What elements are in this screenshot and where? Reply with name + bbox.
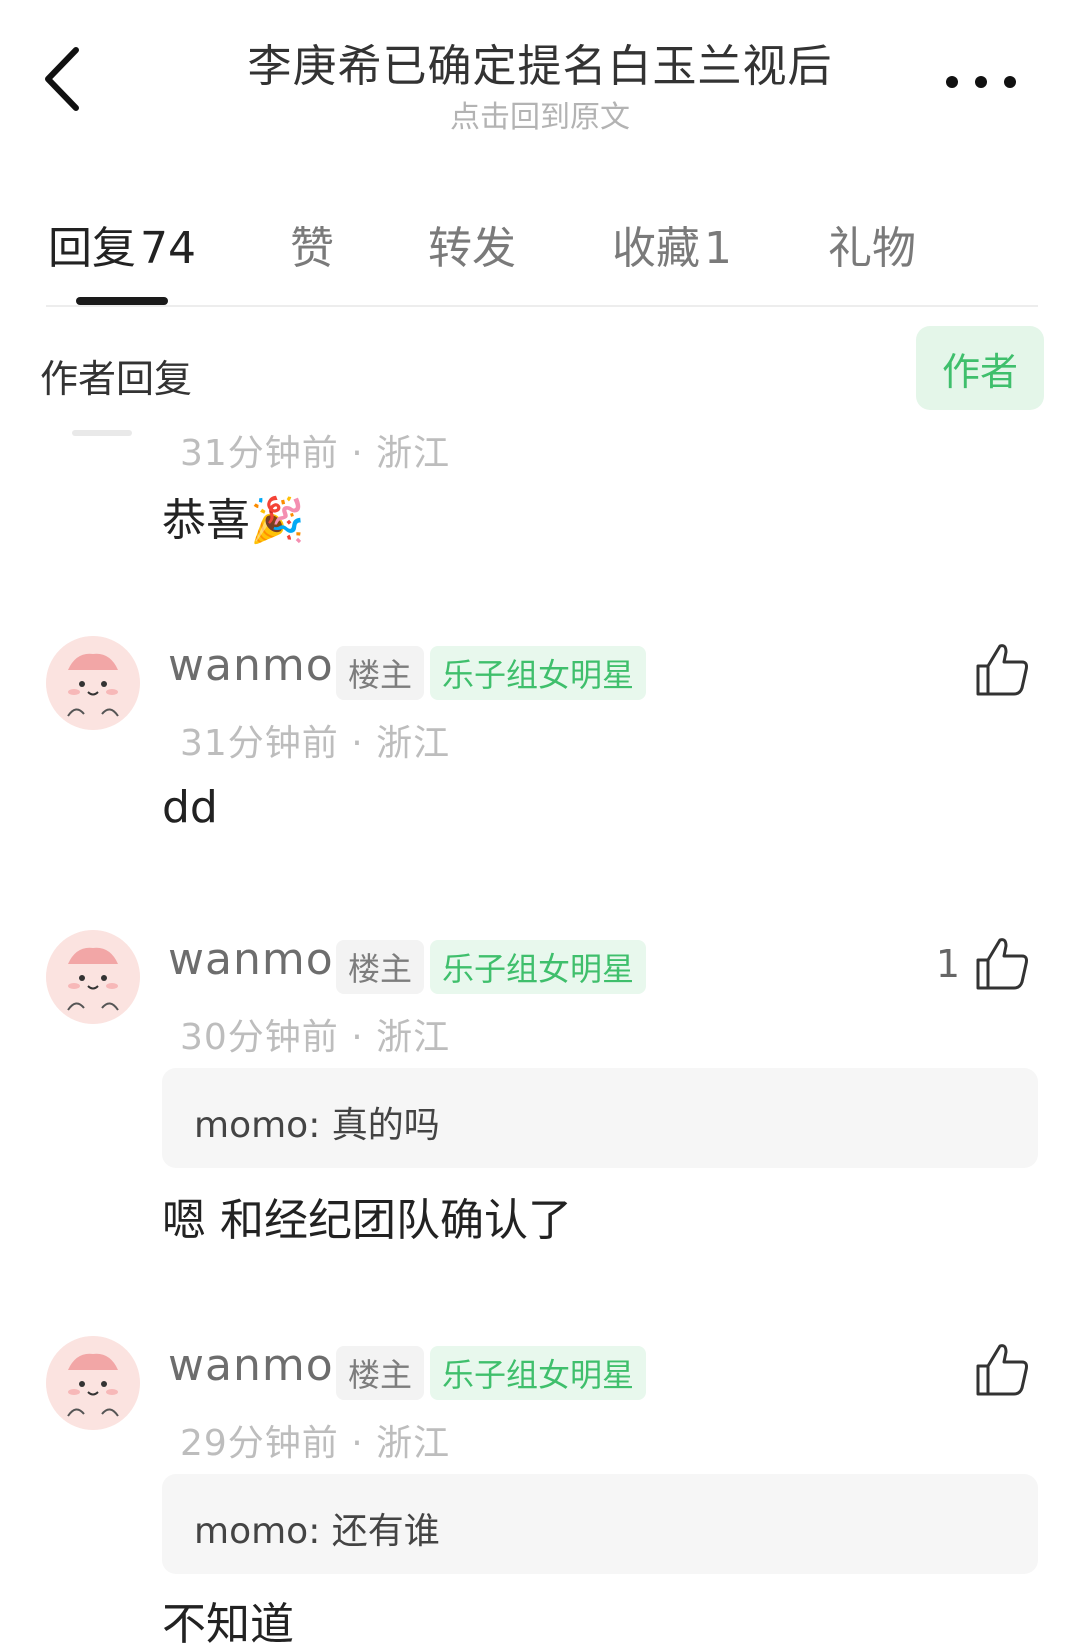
like-count: 1 <box>935 942 960 986</box>
comment-text: 不知道 <box>162 1599 294 1644</box>
top-bar: 李庚希已确定提名白玉兰视后 点击回到原文 <box>0 0 1080 160</box>
post-title[interactable]: 李庚希已确定提名白玉兰视后 <box>0 30 1080 94</box>
thumbs-up-icon <box>976 938 1028 990</box>
comment-meta: 29分钟前 · 浙江 <box>180 1423 451 1464</box>
tab-label: 收藏 <box>612 223 700 274</box>
tab-replies[interactable]: 回复74 <box>48 212 196 276</box>
tab-label: 回复 <box>48 223 136 274</box>
quoted-reply-text: momo: 真的吗 <box>194 1105 440 1146</box>
comment-meta: 30分钟前 · 浙江 <box>180 1017 451 1058</box>
tab-likes[interactable]: 赞 <box>290 212 334 276</box>
username[interactable]: wanmo <box>168 640 334 691</box>
thumbs-up-icon <box>976 644 1028 696</box>
avatar[interactable] <box>46 636 140 730</box>
op-badge: 楼主 <box>336 1346 425 1400</box>
username[interactable]: wanmo <box>168 1340 334 1391</box>
tab-label: 转发 <box>428 223 516 274</box>
tab-favorites[interactable]: 收藏1 <box>612 212 732 276</box>
comment-meta: 31分钟前 · 浙江 <box>180 433 451 474</box>
like-button[interactable] <box>972 934 1032 994</box>
tab-bar: 回复74 赞 转发 收藏1 礼物 <box>0 196 1080 306</box>
author-filter-button[interactable]: 作者 <box>916 326 1044 410</box>
author-replies-heading: 作者回复 <box>40 357 193 401</box>
tab-label: 礼物 <box>828 223 916 274</box>
username[interactable]: wanmo <box>168 934 334 985</box>
thumbs-up-icon <box>976 1344 1028 1396</box>
tab-count: 74 <box>140 223 196 274</box>
user-title-badge: 乐子组女明星 <box>430 1346 647 1400</box>
tab-label: 赞 <box>290 223 334 274</box>
comment-page: 李庚希已确定提名白玉兰视后 点击回到原文 回复74 赞 转发 收藏1 礼物 作者… <box>0 0 1080 1644</box>
avatar[interactable] <box>46 930 140 1024</box>
comment-text: 嗯 和经纪团队确认了 <box>162 1195 572 1246</box>
quoted-reply-text: momo: 还有谁 <box>194 1511 440 1552</box>
avatar <box>72 430 132 436</box>
user-title-badge: 乐子组女明星 <box>430 646 647 700</box>
tab-gifts[interactable]: 礼物 <box>828 212 916 276</box>
more-options-button[interactable] <box>946 72 1016 92</box>
back-to-post-link[interactable]: 点击回到原文 <box>0 92 1080 136</box>
avatar[interactable] <box>46 1336 140 1430</box>
tab-count: 1 <box>704 223 732 274</box>
like-button[interactable] <box>972 640 1032 700</box>
divider <box>46 305 1038 307</box>
op-badge: 楼主 <box>336 646 425 700</box>
quoted-reply[interactable]: momo: 真的吗 <box>162 1068 1038 1168</box>
more-horizontal-icon <box>946 76 958 88</box>
active-tab-indicator <box>76 297 168 305</box>
tab-reposts[interactable]: 转发 <box>428 212 516 276</box>
op-badge: 楼主 <box>336 940 425 994</box>
like-button[interactable] <box>972 1340 1032 1400</box>
comment-text: 恭喜🎉 <box>162 495 305 546</box>
comment-text: dd <box>162 782 218 833</box>
user-title-badge: 乐子组女明星 <box>430 940 647 994</box>
comment-meta: 31分钟前 · 浙江 <box>180 723 451 764</box>
quoted-reply[interactable]: momo: 还有谁 <box>162 1474 1038 1574</box>
